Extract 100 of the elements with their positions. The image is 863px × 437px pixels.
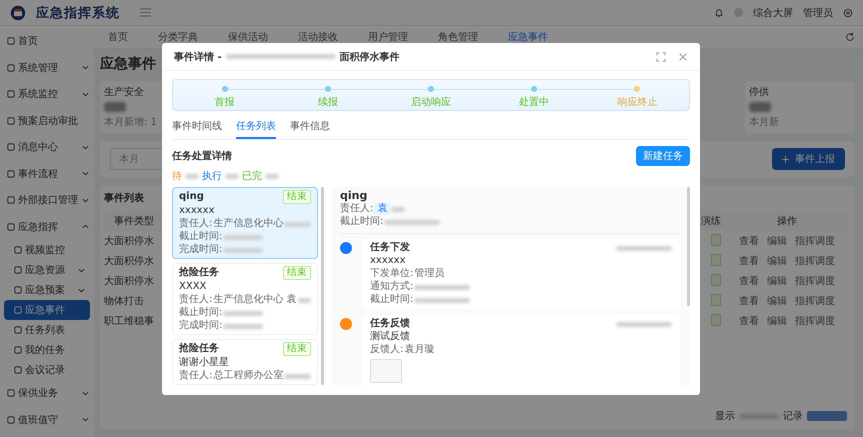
entry-description: xxxxxx — [370, 255, 407, 267]
sidebar-item[interactable]: 应急指挥 — [0, 214, 94, 240]
report-button[interactable]: 事件上报 — [772, 148, 845, 170]
square-icon — [7, 143, 15, 152]
page-tab[interactable]: 活动接收 — [298, 30, 338, 44]
action-link[interactable]: 编辑 — [767, 294, 787, 308]
chevron-icon — [82, 198, 89, 203]
header-link[interactable]: 管理员 — [803, 6, 833, 20]
action-link[interactable]: 查看 — [739, 314, 759, 328]
sidebar-item[interactable]: 应急资源 — [4, 260, 90, 280]
square-icon — [7, 222, 15, 231]
page-tab[interactable]: 应急事件 — [508, 30, 548, 44]
field-label: 截止时间: — [179, 307, 222, 319]
step-label: 首报 — [214, 96, 235, 109]
step-dot — [634, 86, 640, 92]
square-icon — [14, 266, 22, 274]
sidebar-item[interactable]: 首页 — [0, 28, 94, 54]
field-label: 完成时间: — [179, 320, 222, 332]
redacted-blur — [391, 206, 406, 212]
chevron-icon — [82, 390, 89, 396]
task-description: 谢谢小星星 — [179, 357, 230, 369]
settings-icon[interactable] — [843, 8, 853, 18]
sidebar-item[interactable]: 系统监控 — [0, 81, 94, 108]
dialog-tab[interactable]: 任务列表 — [236, 119, 276, 139]
square-icon — [14, 366, 22, 374]
page-tab[interactable]: 保供活动 — [228, 30, 268, 44]
stat-label: 生产安全 — [104, 86, 144, 99]
sidebar-item[interactable]: 预案启动审批 — [0, 108, 94, 134]
sidebar-item[interactable]: 任务列表 — [4, 320, 90, 340]
sidebar-item[interactable]: 会议记录 — [4, 360, 90, 380]
close-icon[interactable] — [678, 52, 688, 62]
pagination-text: 显示 — [715, 410, 735, 423]
sidebar-item[interactable]: 应急事件 — [4, 300, 90, 320]
new-task-button[interactable]: 新建任务 — [636, 146, 690, 166]
step-label: 响应终止 — [617, 96, 658, 109]
fullscreen-icon[interactable] — [656, 52, 666, 62]
dialog-title: 事件详情 - — [174, 50, 222, 64]
stat-label: 停供 — [749, 86, 769, 99]
action-link[interactable]: 指挥调度 — [795, 314, 835, 328]
image-thumbnail[interactable] — [370, 359, 402, 383]
square-icon — [14, 246, 22, 254]
action-link[interactable]: 指挥调度 — [795, 274, 835, 288]
action-link[interactable]: 编辑 — [767, 254, 787, 268]
page-tab[interactable]: 分类字典 — [158, 30, 198, 44]
field-label: 反馈人: — [370, 344, 404, 356]
column-header: 事件类型 — [113, 214, 155, 228]
page-tab[interactable]: 首页 — [108, 30, 128, 44]
status-tag: 结束 — [283, 190, 311, 204]
action-link[interactable]: 查看 — [739, 294, 759, 308]
chevron-icon — [82, 92, 89, 97]
action-link[interactable]: 查看 — [739, 254, 759, 268]
dialog-tab[interactable]: 事件时间线 — [172, 119, 222, 139]
redacted-blur — [414, 284, 470, 290]
sidebar-item[interactable]: 系统管理 — [0, 54, 94, 81]
sidebar-item[interactable]: 外部接口管理 — [0, 187, 94, 214]
sidebar-item[interactable]: 我的任务 — [4, 340, 90, 360]
header-link[interactable]: 综合大屏 — [753, 6, 793, 20]
sidebar-item[interactable]: 保供业务 — [0, 380, 94, 406]
entry-title: 任务反馈 — [370, 318, 410, 330]
action-link[interactable]: 编辑 — [767, 274, 787, 288]
action-link[interactable]: 查看 — [739, 274, 759, 288]
refresh-icon[interactable] — [845, 32, 855, 42]
task-card[interactable]: 抢险任务 结束 谢谢小星星 责任人:总工程师办公室 — [172, 339, 318, 385]
redacted-blur — [284, 374, 311, 378]
table-cell-text: 大面积停水 — [104, 274, 155, 288]
menu-icon[interactable] — [140, 8, 151, 17]
sidebar-item[interactable]: 值班值守 — [0, 406, 94, 433]
scrollbar[interactable] — [687, 187, 690, 306]
action-link[interactable]: 指挥调度 — [795, 294, 835, 308]
status-tag: 结束 — [283, 266, 311, 280]
sidebar-item[interactable]: 视频监控 — [4, 240, 90, 260]
scrollbar[interactable] — [321, 187, 324, 385]
step-label: 启动响应 — [411, 96, 451, 109]
page-tab[interactable]: 用户管理 — [368, 30, 408, 44]
task-card[interactable]: qing 结束 xxxxxx 责任人:生产信息化中心 截止时间: 完成时间: — [172, 187, 318, 259]
action-link[interactable]: 编辑 — [767, 234, 787, 248]
chevron-icon — [82, 171, 89, 176]
task-card[interactable]: 抢险任务 结束 XXXX 责任人:生产信息化中心 袁 截止时间: 完成时间: — [172, 263, 318, 335]
field-label: 责任人: — [179, 294, 212, 306]
table-cell-text: 大面积停水 — [104, 234, 155, 248]
sidebar-item[interactable]: 事件流程 — [0, 160, 94, 187]
task-title: 抢险任务 — [179, 267, 219, 279]
redacted-blur — [616, 322, 672, 326]
page-tab[interactable]: 角色管理 — [438, 30, 478, 44]
dialog-tab[interactable]: 事件信息 — [290, 119, 330, 139]
bell-icon[interactable] — [714, 8, 724, 18]
action-link[interactable]: 指挥调度 — [795, 234, 835, 248]
table-cell-text: 职工维稳事 — [104, 314, 155, 328]
action-link[interactable]: 指挥调度 — [795, 254, 835, 268]
action-link[interactable]: 查看 — [739, 234, 759, 248]
status-tag: 结束 — [283, 342, 311, 356]
chevron-icon — [82, 65, 89, 70]
redacted-blur — [414, 298, 470, 302]
action-link[interactable]: 编辑 — [767, 314, 787, 328]
pagination-text: 记录 — [783, 410, 803, 423]
redacted-blur — [265, 174, 279, 178]
sidebar-item[interactable]: 应急预案 — [4, 280, 90, 300]
sidebar-item[interactable]: 消息中心 — [0, 134, 94, 160]
chevron-icon — [78, 288, 85, 292]
field-label: 完成时间: — [179, 244, 222, 256]
